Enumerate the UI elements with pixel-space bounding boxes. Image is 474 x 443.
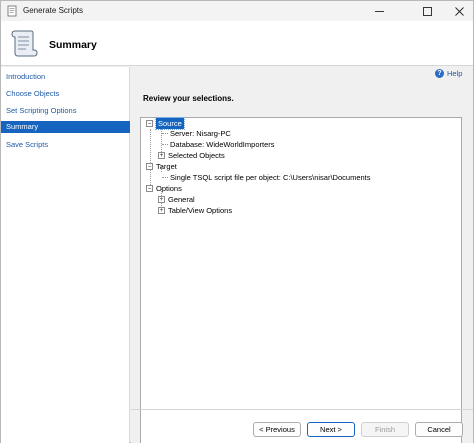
sidebar-item-save-scripts[interactable]: Save Scripts	[1, 139, 130, 151]
maximize-button[interactable]	[413, 1, 441, 21]
generate-scripts-window: Generate Scripts Summary Introduction Ch…	[0, 0, 474, 443]
summary-panel: ? Help Review your selections. − Source …	[131, 67, 473, 443]
wizard-header: Summary	[1, 21, 473, 66]
tree-label-database: Database: WideWorldImporters	[170, 140, 275, 149]
page-title: Summary	[49, 39, 97, 51]
script-app-icon	[7, 5, 17, 17]
tree-connector	[162, 177, 168, 178]
tree-label-selected-objects: Selected Objects	[168, 151, 225, 160]
tree-node-options[interactable]: − Options	[146, 183, 182, 194]
tree-connector	[162, 144, 168, 145]
help-icon: ?	[435, 69, 444, 78]
tree-node-selected-objects[interactable]: + Selected Objects	[158, 150, 225, 161]
tree-node-target[interactable]: − Target	[146, 161, 177, 172]
next-button[interactable]: Next >	[307, 422, 355, 437]
maximize-icon	[422, 6, 432, 16]
finish-button[interactable]: Finish	[361, 422, 409, 437]
collapse-icon[interactable]: −	[146, 185, 153, 192]
collapse-icon[interactable]: −	[146, 120, 153, 127]
summary-tree[interactable]: − Source Server: Nisarg-PC Database: Wid…	[140, 117, 462, 443]
review-selections-label: Review your selections.	[143, 94, 234, 103]
close-button[interactable]	[445, 1, 473, 21]
cancel-button[interactable]: Cancel	[415, 422, 463, 437]
tree-label-server: Server: Nisarg-PC	[170, 129, 231, 138]
tree-label-table-view-options: Table/View Options	[168, 206, 233, 215]
tree-connector	[150, 129, 151, 187]
expand-icon[interactable]: +	[158, 196, 165, 203]
sidebar-item-summary[interactable]: Summary	[1, 121, 130, 133]
sidebar-item-choose-objects[interactable]: Choose Objects	[1, 88, 130, 100]
wizard-sidebar: Introduction Choose Objects Set Scriptin…	[1, 67, 130, 443]
tree-connector	[162, 133, 168, 134]
help-link[interactable]: ? Help	[435, 69, 462, 78]
tree-label-options: Options	[156, 184, 182, 193]
tree-node-table-view-options[interactable]: + Table/View Options	[158, 205, 232, 216]
sidebar-item-set-scripting-options[interactable]: Set Scripting Options	[1, 105, 130, 117]
expand-icon[interactable]: +	[158, 207, 165, 214]
tree-label-general: General	[168, 195, 195, 204]
tree-label-target: Target	[156, 162, 177, 171]
collapse-icon[interactable]: −	[146, 163, 153, 170]
title-bar[interactable]: Generate Scripts	[1, 1, 473, 21]
tree-label-target-file: Single TSQL script file per object: C:\U…	[170, 173, 371, 182]
scroll-icon	[11, 30, 38, 57]
wizard-footer: < Previous Next > Finish Cancel	[131, 409, 473, 443]
tree-node-database[interactable]: Database: WideWorldImporters	[170, 139, 274, 150]
sidebar-item-introduction[interactable]: Introduction	[1, 71, 130, 83]
previous-button[interactable]: < Previous	[253, 422, 301, 437]
tree-node-general[interactable]: + General	[158, 194, 195, 205]
tree-node-server[interactable]: Server: Nisarg-PC	[170, 128, 231, 139]
minimize-button[interactable]	[365, 1, 393, 21]
close-icon	[454, 6, 464, 16]
minimize-icon	[374, 10, 384, 12]
tree-node-target-file[interactable]: Single TSQL script file per object: C:\U…	[170, 172, 371, 183]
window-title: Generate Scripts	[23, 6, 84, 15]
expand-icon[interactable]: +	[158, 152, 165, 159]
help-label: Help	[447, 69, 463, 78]
